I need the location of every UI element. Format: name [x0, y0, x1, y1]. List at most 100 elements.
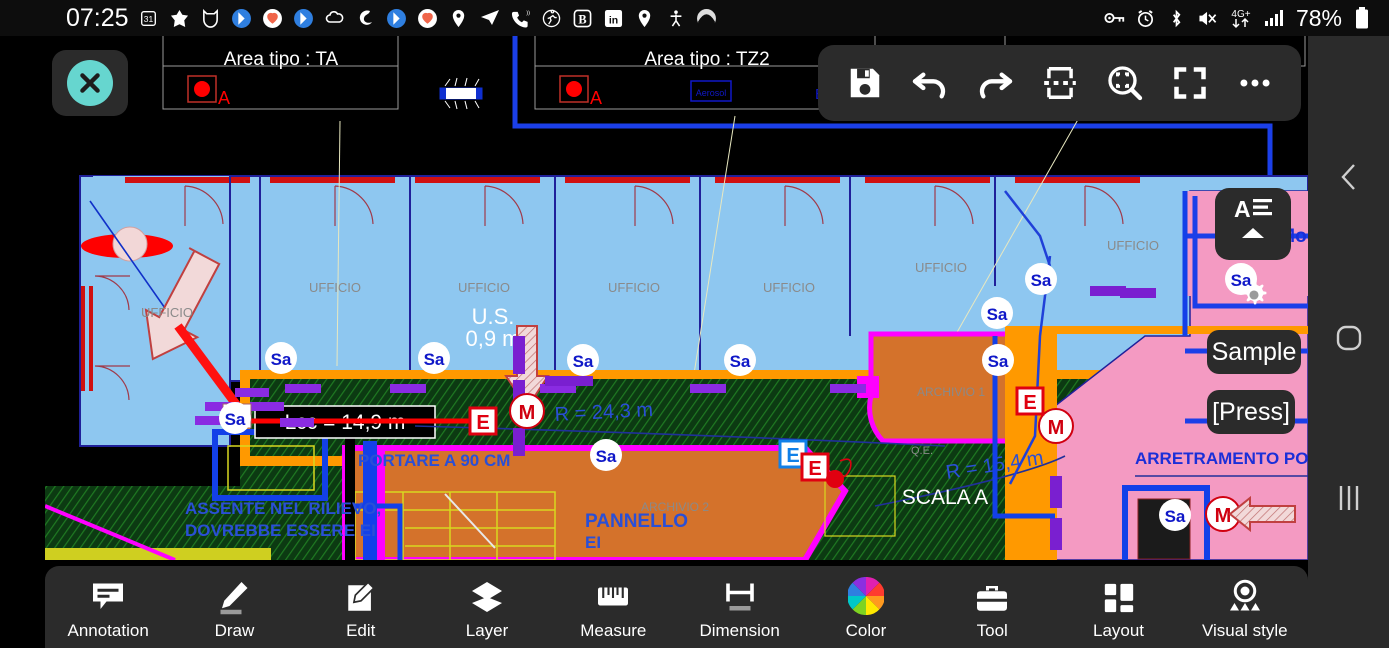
svg-text:Sa: Sa: [1165, 507, 1186, 526]
bottom-toolbar: Annotation Draw Edit Layer Measure Dimen…: [45, 566, 1308, 648]
nav-label: Layout: [1092, 621, 1145, 640]
alarm-clock-icon: [1135, 7, 1157, 29]
shield-cat-icon: [200, 7, 222, 29]
telegram-icon: [479, 7, 501, 29]
edit-square-icon: [344, 575, 378, 615]
nav-annotation[interactable]: Annotation: [46, 575, 170, 641]
svg-text:ASSENTE NEL RILIEVO,: ASSENTE NEL RILIEVO,: [185, 499, 381, 518]
svg-text:UFFICIO: UFFICIO: [763, 280, 815, 295]
gear-icon[interactable]: [1238, 279, 1270, 311]
phone-call-icon: )): [510, 7, 532, 29]
home-square-icon[interactable]: [1334, 323, 1364, 353]
nav-label: Annotation: [67, 621, 149, 640]
svg-text:A: A: [218, 88, 230, 108]
running-person-icon: [541, 7, 563, 29]
svg-text:in: in: [609, 15, 618, 26]
svg-text:ARCHIVIO 1: ARCHIVIO 1: [917, 385, 985, 399]
fullscreen-button[interactable]: [1164, 57, 1216, 109]
press-hint-chip[interactable]: [Press]: [1207, 390, 1295, 434]
zoom-select-button[interactable]: [1099, 57, 1151, 109]
caret-up-icon[interactable]: [1241, 227, 1265, 241]
svg-text:Q.E.: Q.E.: [911, 445, 933, 457]
location-pin-2-icon: [634, 7, 656, 29]
svg-text:Area tipo : TA: Area tipo : TA: [224, 49, 339, 70]
svg-text:Sa: Sa: [596, 447, 617, 466]
lifesaver-icon: [262, 7, 284, 29]
nova-launcher-icon: [696, 7, 718, 29]
nav-label: Visual style: [1201, 621, 1288, 640]
svg-text:E: E: [1023, 392, 1036, 414]
svg-text:PANNELLO: PANNELLO: [585, 511, 688, 532]
nav-visual-style[interactable]: Visual style: [1183, 575, 1307, 641]
svg-text:UFFICIO: UFFICIO: [458, 280, 510, 295]
svg-text:0,9 m: 0,9 m: [465, 326, 520, 351]
svg-text:Sa: Sa: [225, 410, 246, 429]
svg-text:M: M: [519, 402, 536, 424]
nav-layout[interactable]: Layout: [1057, 575, 1181, 641]
bold-b-icon: B: [572, 7, 594, 29]
nav-dimension[interactable]: Dimension: [678, 575, 802, 641]
redo-button[interactable]: [969, 57, 1021, 109]
visual-style-icon: [1227, 575, 1263, 615]
status-bar: 07:25 31)) B in 4G+ 78%: [0, 0, 1389, 36]
mute-vibrate-icon: [1197, 7, 1219, 29]
svg-text:A: A: [590, 88, 602, 108]
svg-text:Sa: Sa: [988, 352, 1009, 371]
nav-tool[interactable]: Tool: [930, 575, 1054, 641]
nav-edit[interactable]: Edit: [299, 575, 423, 641]
close-x-icon: [67, 60, 113, 106]
svg-text:EI: EI: [585, 533, 601, 552]
color-wheel-icon: [847, 575, 884, 615]
svg-text:)): )): [526, 10, 530, 16]
nav-layer[interactable]: Layer: [425, 575, 549, 641]
layers-icon: [469, 575, 505, 615]
svg-text:31: 31: [144, 13, 154, 23]
back-chevron-icon[interactable]: [1336, 160, 1362, 194]
sample-label-chip[interactable]: Sample: [1207, 330, 1301, 374]
left-gutter: [0, 36, 45, 648]
svg-text:DOVREBBE ESSERE EI: DOVREBBE ESSERE EI: [185, 521, 376, 540]
text-style-tool[interactable]: A: [1215, 188, 1291, 260]
vpn-key-icon: [1104, 7, 1126, 29]
nav-label: Tool: [976, 621, 1008, 640]
svg-text:Sa: Sa: [987, 305, 1008, 324]
more-options-button[interactable]: [1229, 57, 1281, 109]
close-button[interactable]: [52, 50, 128, 116]
pencil-icon: [216, 575, 252, 615]
recents-bars-icon[interactable]: [1335, 482, 1363, 514]
undo-button[interactable]: [904, 57, 956, 109]
battery-percent-label: 78%: [1295, 4, 1342, 31]
calendar-31-icon: 31: [138, 7, 160, 29]
bottom-left-gutter: [0, 630, 45, 648]
bluetooth-icon: [1166, 7, 1188, 29]
nav-draw[interactable]: Draw: [172, 575, 296, 641]
nav-color[interactable]: Color: [804, 575, 928, 641]
status-left-group: 07:25 31)) B in: [66, 4, 718, 33]
svg-text:UFFICIO: UFFICIO: [608, 280, 660, 295]
text-lines-icon: A: [1232, 196, 1274, 222]
svg-text:Area tipo : TZ2: Area tipo : TZ2: [644, 49, 769, 70]
svg-text:Sa: Sa: [271, 350, 292, 369]
nav-label: Draw: [214, 621, 255, 640]
nav-label: Layer: [465, 621, 509, 640]
svg-text:UFFICIO: UFFICIO: [309, 280, 361, 295]
toolbox-icon: [974, 575, 1010, 615]
svg-text:Sa: Sa: [1031, 271, 1052, 290]
svg-text:PORTARE A 90 CM: PORTARE A 90 CM: [358, 451, 510, 470]
svg-text:M: M: [1215, 505, 1232, 527]
dimension-icon: [722, 575, 758, 615]
svg-text:Sa: Sa: [730, 352, 751, 371]
svg-text:E: E: [808, 458, 821, 480]
svg-text:A: A: [1234, 196, 1251, 222]
comment-lines-icon: [90, 575, 126, 615]
nav-measure[interactable]: Measure: [551, 575, 675, 641]
accessibility-icon: [665, 7, 687, 29]
save-button[interactable]: [839, 57, 891, 109]
signal-bars-icon: [1263, 7, 1285, 29]
nav-label: Edit: [346, 621, 376, 640]
sketch-icon: [169, 7, 191, 29]
ruler-icon: [595, 575, 631, 615]
nav-label: Color: [845, 621, 887, 640]
firefox-icon: [355, 7, 377, 29]
isolate-divider-button[interactable]: [1034, 57, 1086, 109]
